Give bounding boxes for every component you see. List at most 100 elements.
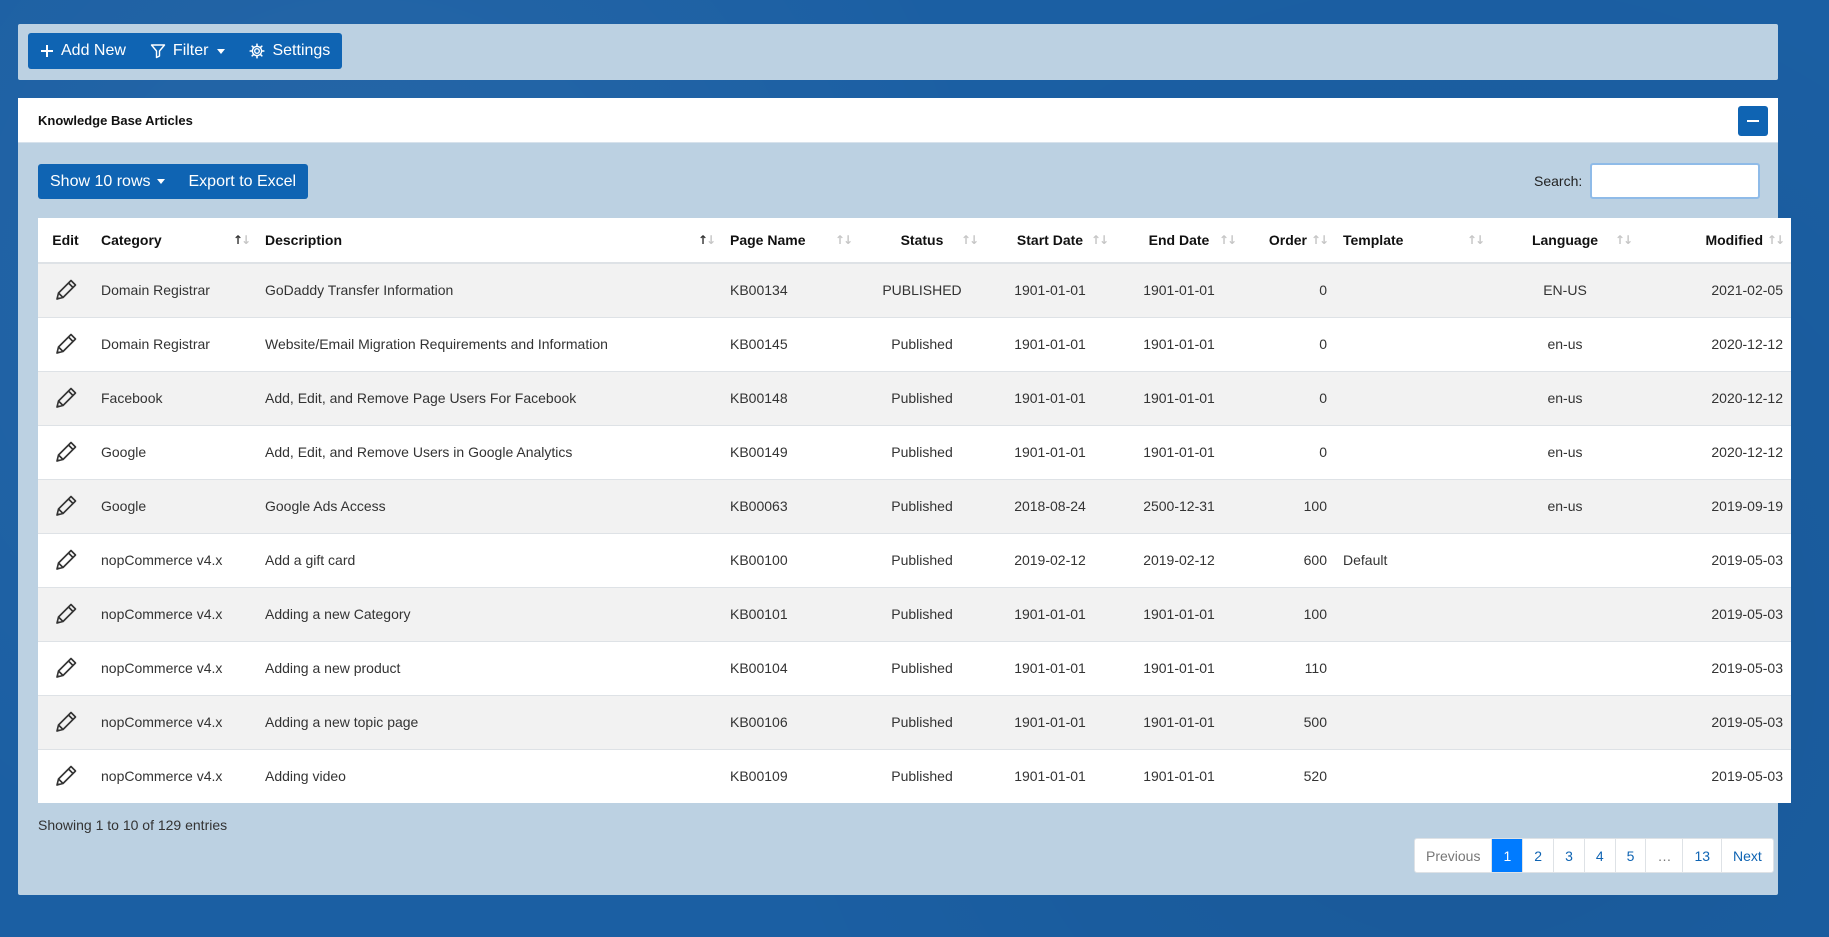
order-cell: 600 [1243, 532, 1335, 587]
page-button-2[interactable]: 2 [1522, 839, 1553, 872]
table-tools-group: Show 10 rows Export to Excel [38, 164, 309, 199]
language-cell [1491, 586, 1639, 641]
start-date-cell: 1901-01-01 [985, 586, 1115, 641]
edit-button[interactable] [38, 640, 93, 695]
category-cell: nopCommerce v4.x [93, 532, 257, 587]
column-header-status[interactable]: Status ↑↓ [859, 218, 985, 264]
next-page-button[interactable]: Next [1721, 839, 1773, 872]
modified-cell: 2019-05-03 [1639, 748, 1791, 803]
description-cell: Add, Edit, and Remove Page Users For Fac… [257, 370, 722, 425]
modified-cell: 2019-09-19 [1639, 478, 1791, 533]
language-cell [1491, 532, 1639, 587]
edit-button[interactable] [38, 694, 93, 749]
description-cell: Adding a new topic page [257, 694, 722, 749]
status-cell: Published [859, 748, 985, 803]
table-row: nopCommerce v4.x Adding video KB00109 Publi… [38, 748, 1791, 803]
page-button-3[interactable]: 3 [1553, 839, 1584, 872]
edit-button[interactable] [38, 262, 93, 317]
status-cell: PUBLISHED [859, 262, 985, 317]
end-date-cell: 1901-01-01 [1115, 262, 1243, 317]
column-header-description[interactable]: Description ↑↓ [257, 218, 722, 264]
column-header-start-date[interactable]: Start Date ↑↓ [985, 218, 1115, 264]
edit-button[interactable] [38, 370, 93, 425]
column-header-modified[interactable]: Modified ↑↓ [1639, 218, 1791, 264]
end-date-cell: 1901-01-01 [1115, 694, 1243, 749]
description-cell: Website/Email Migration Requirements and… [257, 316, 722, 371]
status-cell: Published [859, 370, 985, 425]
page-button-4[interactable]: 4 [1583, 839, 1615, 872]
edit-button[interactable] [38, 478, 93, 533]
edit-button[interactable] [38, 586, 93, 641]
language-cell: en-us [1491, 370, 1639, 425]
status-cell: Published [859, 640, 985, 695]
page-button-13[interactable]: 13 [1682, 839, 1721, 872]
page-ellipsis: … [1645, 839, 1682, 872]
page-name-cell: KB00100 [722, 532, 859, 587]
table-row: nopCommerce v4.x Add a gift card KB00100 Pu… [38, 532, 1791, 587]
description-cell: GoDaddy Transfer Information [257, 262, 722, 317]
column-header-end-date[interactable]: End Date ↑↓ [1115, 218, 1243, 264]
table-row: nopCommerce v4.x Adding a new topic page K… [38, 694, 1791, 749]
collapse-button[interactable] [1738, 106, 1768, 136]
order-cell: 0 [1243, 262, 1335, 317]
page-name-cell: KB00134 [722, 262, 859, 317]
plus-icon [41, 45, 53, 57]
edit-button[interactable] [38, 532, 93, 587]
page-name-cell: KB00104 [722, 640, 859, 695]
end-date-cell: 1901-01-01 [1115, 424, 1243, 479]
language-cell [1491, 694, 1639, 749]
edit-button[interactable] [38, 424, 93, 479]
toolbar-panel: Add New Filter Settings [18, 24, 1778, 80]
settings-button[interactable]: Settings [237, 33, 342, 69]
page-button-5[interactable]: 5 [1614, 839, 1646, 872]
order-cell: 100 [1243, 586, 1335, 641]
category-cell: nopCommerce v4.x [93, 748, 257, 803]
column-header-order[interactable]: Order ↑↓ [1243, 218, 1335, 264]
category-cell: Google [93, 478, 257, 533]
search-input[interactable] [1590, 163, 1760, 199]
status-cell: Published [859, 586, 985, 641]
template-cell [1335, 478, 1491, 533]
chevron-down-icon [156, 179, 165, 184]
modified-cell: 2020-12-12 [1639, 316, 1791, 371]
column-header-page-name[interactable]: Page Name ↑↓ [722, 218, 859, 264]
pencil-icon [55, 495, 76, 516]
pencil-icon [55, 333, 76, 354]
add-new-button[interactable]: Add New [28, 33, 138, 69]
page-button-1[interactable]: 1 [1491, 839, 1523, 872]
modified-cell: 2019-05-03 [1639, 532, 1791, 587]
panel-header: Knowledge Base Articles [18, 98, 1778, 143]
knowledge-base-panel: Knowledge Base Articles Show 10 rows Exp… [18, 98, 1791, 895]
filter-label: Filter [172, 42, 209, 59]
export-excel-button[interactable]: Export to Excel [177, 164, 309, 199]
end-date-cell: 1901-01-01 [1115, 586, 1243, 641]
category-cell: Domain Registrar [93, 262, 257, 317]
column-header-language[interactable]: Language ↑↓ [1491, 218, 1639, 264]
page-name-cell: KB00145 [722, 316, 859, 371]
column-header-category[interactable]: Category ↑↓ [93, 218, 257, 264]
template-cell [1335, 424, 1491, 479]
gear-icon [249, 43, 266, 59]
status-cell: Published [859, 316, 985, 371]
filter-button[interactable]: Filter [138, 33, 238, 69]
order-cell: 110 [1243, 640, 1335, 695]
previous-page-button[interactable]: Previous [1415, 839, 1491, 872]
description-cell: Add, Edit, and Remove Users in Google An… [257, 424, 722, 479]
table-row: Domain Registrar Website/Email Migration … [38, 316, 1791, 371]
category-cell: Domain Registrar [93, 316, 257, 371]
modified-cell: 2020-12-12 [1639, 424, 1791, 479]
end-date-cell: 1901-01-01 [1115, 370, 1243, 425]
start-date-cell: 2018-08-24 [985, 478, 1115, 533]
articles-table: Edit Category ↑↓ Description ↑↓ Page Name ↑… [38, 218, 1791, 803]
end-date-cell: 1901-01-01 [1115, 316, 1243, 371]
show-rows-button[interactable]: Show 10 rows [38, 164, 177, 199]
language-cell: en-us [1491, 478, 1639, 533]
edit-button[interactable] [38, 316, 93, 371]
order-cell: 100 [1243, 478, 1335, 533]
articles-table-wrapper: Edit Category ↑↓ Description ↑↓ Page Name ↑… [38, 218, 1791, 803]
template-cell [1335, 370, 1491, 425]
modified-cell: 2020-12-12 [1639, 370, 1791, 425]
column-header-template[interactable]: Template ↑↓ [1335, 218, 1491, 264]
edit-button[interactable] [38, 748, 93, 803]
pencil-icon [55, 711, 76, 732]
